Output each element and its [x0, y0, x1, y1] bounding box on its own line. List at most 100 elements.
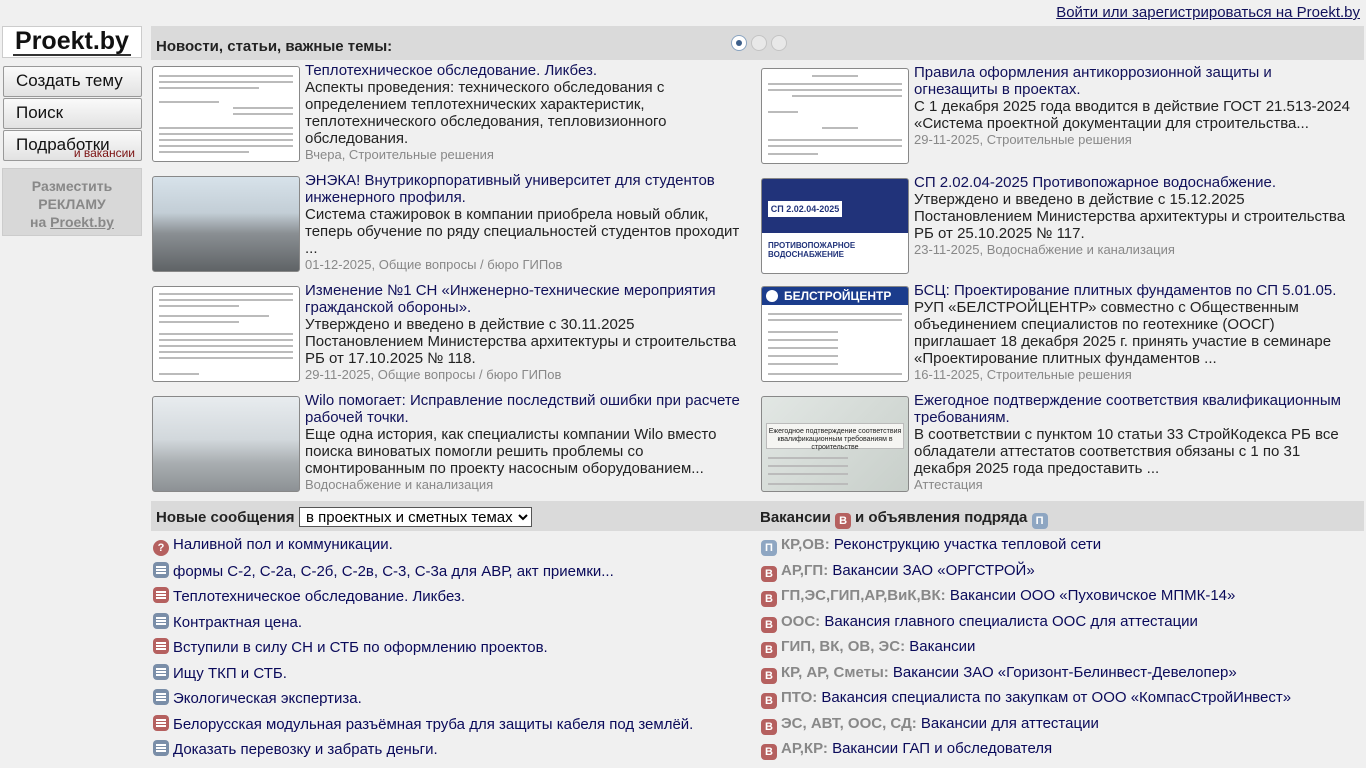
message-row: формы С-2, С-2а, С-2б, С-2в, С-3, С-3а д…	[153, 561, 614, 580]
ad-line1: Разместить	[31, 178, 113, 194]
topic-list-icon	[153, 638, 169, 654]
topic-list-icon	[153, 587, 169, 603]
vacancy-badge-icon: В	[761, 565, 777, 582]
vacancy-link[interactable]: Вакансии для аттестации	[921, 715, 1099, 732]
vacancy-specialties: ГИП, ВК, ОВ, ЭС:	[781, 638, 906, 655]
vacancy-link[interactable]: Вакансии ЗАО «ОРГСТРОЙ»	[832, 562, 1034, 579]
news-meta: 29-11-2025, Общие вопросы / бюро ГИПов	[305, 367, 562, 382]
cert-title: Ежегодное подтверждение соответствия ква…	[766, 423, 904, 451]
topic-list-icon	[153, 714, 169, 731]
vacancy-specialties: ЭС, АВТ, ООС, СД:	[781, 714, 917, 732]
message-link[interactable]: Наливной пол и коммуникации.	[173, 536, 393, 553]
vacancy-link[interactable]: Вакансии ГАП и обследователя	[832, 740, 1052, 757]
news-text: Ежегодное подтверждение соответствия ква…	[914, 392, 1354, 493]
news-item: Теплотехническое обследование. Ликбез. А…	[152, 62, 752, 174]
message-link[interactable]: Экологическая экспертиза.	[173, 690, 362, 707]
news-description: Система стажировок в компании приобрела …	[305, 206, 740, 257]
message-row: ? Наливной пол и коммуникации.	[153, 536, 393, 556]
topic-list-icon	[153, 689, 169, 705]
news-description: Аспекты проведения: технического обследо…	[305, 79, 667, 147]
news-thumbnail-photo[interactable]	[152, 176, 300, 272]
news-description: Утверждено и введено в действие с 30.11.…	[305, 316, 737, 367]
topic-filter-select[interactable]: в проектных и сметных темах	[299, 507, 532, 527]
news-thumbnail-document[interactable]	[761, 68, 909, 164]
search-button[interactable]: Поиск	[3, 98, 142, 129]
news-title-link[interactable]: Изменение №1 СН «Инженерно-технические м…	[305, 282, 745, 316]
cover-label: СП 2.02.04-2025	[768, 201, 842, 217]
vacancy-link[interactable]: Реконструкцию участка тепловой сети	[834, 536, 1101, 553]
vacancy-link[interactable]: Вакансия специалиста по закупкам от ООО …	[821, 689, 1291, 706]
vacancy-row: В ООС: Вакансия главного специалиста ООС …	[761, 613, 1198, 633]
vacancy-link[interactable]: Вакансии	[909, 638, 975, 655]
news-title-link[interactable]: БСЦ: Проектирование плитных фундаментов …	[914, 282, 1354, 299]
carousel-dot-1[interactable]	[731, 35, 747, 51]
news-description: С 1 декабря 2025 года вводится в действи…	[914, 98, 1350, 132]
jobs-button[interactable]: Подработки и вакансии	[3, 130, 142, 161]
message-link[interactable]: Доказать перевозку и забрать деньги.	[173, 741, 438, 758]
message-row: Белорусская модульная разъёмная труба дл…	[153, 714, 693, 733]
vacancy-specialties: ПТО:	[781, 689, 818, 706]
question-icon: ?	[153, 540, 169, 556]
vacancies-title-part1: Вакансии	[760, 509, 831, 526]
message-link[interactable]: Теплотехническое обследование. Ликбез.	[173, 588, 465, 605]
news-meta: 23-11-2025, Водоснабжение и канализация	[914, 242, 1175, 257]
vacancy-row: В ГИП, ВК, ОВ, ЭС: Вакансии	[761, 638, 975, 658]
news-meta: 16-11-2025, Строительные решения	[914, 367, 1132, 382]
vacancy-row: П КР,ОВ: Реконструкцию участка тепловой с…	[761, 536, 1101, 556]
message-link[interactable]: Контрактная цена.	[173, 614, 302, 631]
vacancy-badge-icon: В	[761, 667, 777, 684]
contract-badge-icon: П	[1031, 513, 1048, 529]
vacancy-badge-icon: В	[761, 744, 777, 760]
vacancy-row: В КР, АР, Сметы: Вакансии ЗАО «Горизонт-Б…	[761, 664, 1237, 684]
news-item: ЭНЭКА! Внутрикорпоративный университет д…	[152, 172, 752, 284]
news-title-link[interactable]: Правила оформления антикоррозионной защи…	[914, 64, 1354, 98]
messages-title: Новые сообщения	[156, 509, 295, 526]
news-meta: Водоснабжение и канализация	[305, 477, 494, 492]
carousel-dot-2[interactable]	[751, 35, 767, 51]
news-title-link[interactable]: СП 2.02.04-2025 Противопожарное водоснаб…	[914, 174, 1354, 191]
news-thumbnail-cover[interactable]: СП 2.02.04-2025 ПРОТИВОПОЖАРНОЕ ВОДОСНАБ…	[761, 178, 909, 274]
messages-header: Новые сообщения в проектных и сметных те…	[151, 501, 755, 531]
vacancy-link[interactable]: Вакансии ЗАО «Горизонт-Белинвест-Девелоп…	[893, 664, 1237, 681]
carousel-dot-3[interactable]	[771, 35, 787, 51]
news-title-link[interactable]: ЭНЭКА! Внутрикорпоративный университет д…	[305, 172, 745, 206]
message-link[interactable]: Вступили в силу СН и СТБ по оформлению п…	[173, 639, 548, 656]
news-text: Изменение №1 СН «Инженерно-технические м…	[305, 282, 745, 383]
vacancy-badge-icon: В	[761, 591, 777, 607]
vacancy-link[interactable]: Вакансия главного специалиста ООС для ат…	[824, 613, 1198, 630]
news-description: Еще одна история, как специалисты компан…	[305, 426, 717, 477]
topic-list-icon	[153, 612, 169, 629]
message-row: Теплотехническое обследование. Ликбез.	[153, 587, 465, 605]
create-topic-button[interactable]: Создать тему	[3, 66, 142, 97]
logo-text: Proekt.by	[13, 27, 131, 56]
news-item: БЕЛСТРОЙЦЕНТР БСЦ: Проектирование плитны…	[761, 282, 1361, 394]
news-thumbnail-bsc[interactable]: БЕЛСТРОЙЦЕНТР	[761, 286, 909, 382]
advertise-box[interactable]: Разместить РЕКЛАМУ на Proekt.by	[2, 168, 142, 236]
news-section-title: Новости, статьи, важные темы:	[156, 38, 393, 55]
vacancy-badge-icon: В	[761, 642, 777, 658]
cover-bottom-text: ПРОТИВОПОЖАРНОЕ ВОДОСНАБЖЕНИЕ	[762, 233, 908, 273]
jobs-sublabel: и вакансии	[73, 146, 135, 160]
news-title-link[interactable]: Теплотехническое обследование. Ликбез.	[305, 62, 745, 79]
news-item: Изменение №1 СН «Инженерно-технические м…	[152, 282, 752, 394]
bsc-header: БЕЛСТРОЙЦЕНТР	[762, 287, 908, 305]
news-thumbnail-document[interactable]	[152, 286, 300, 382]
news-title-link[interactable]: Ежегодное подтверждение соответствия ква…	[914, 392, 1354, 426]
vacancy-badge-icon: В	[761, 718, 777, 735]
news-thumbnail-photo[interactable]	[152, 396, 300, 492]
news-title-link[interactable]: Wilo помогает: Исправление последствий о…	[305, 392, 745, 426]
news-item: Правила оформления антикоррозионной защи…	[761, 64, 1361, 176]
site-logo[interactable]: Proekt.by	[2, 26, 142, 58]
message-link[interactable]: Белорусская модульная разъёмная труба дл…	[173, 716, 693, 733]
bsc-label: БЕЛСТРОЙЦЕНТР	[784, 289, 892, 303]
message-link[interactable]: формы С-2, С-2а, С-2б, С-2в, С-3, С-3а д…	[173, 563, 614, 580]
news-thumbnail-certificate[interactable]: Ежегодное подтверждение соответствия ква…	[761, 396, 909, 492]
message-row: Вступили в силу СН и СТБ по оформлению п…	[153, 638, 548, 656]
vacancy-link[interactable]: Вакансии ООО «Пуховичское МПМК-14»	[950, 587, 1236, 604]
news-thumbnail-document[interactable]	[152, 66, 300, 162]
login-register-link[interactable]: Войти или зарегистрироваться на Proekt.b…	[1056, 4, 1360, 21]
news-meta: Аттестация	[914, 477, 983, 492]
vacancy-specialties: ООС:	[781, 612, 821, 630]
vacancy-row: В ПТО: Вакансия специалиста по закупкам о…	[761, 689, 1291, 709]
message-link[interactable]: Ищу ТКП и СТБ.	[173, 665, 287, 682]
